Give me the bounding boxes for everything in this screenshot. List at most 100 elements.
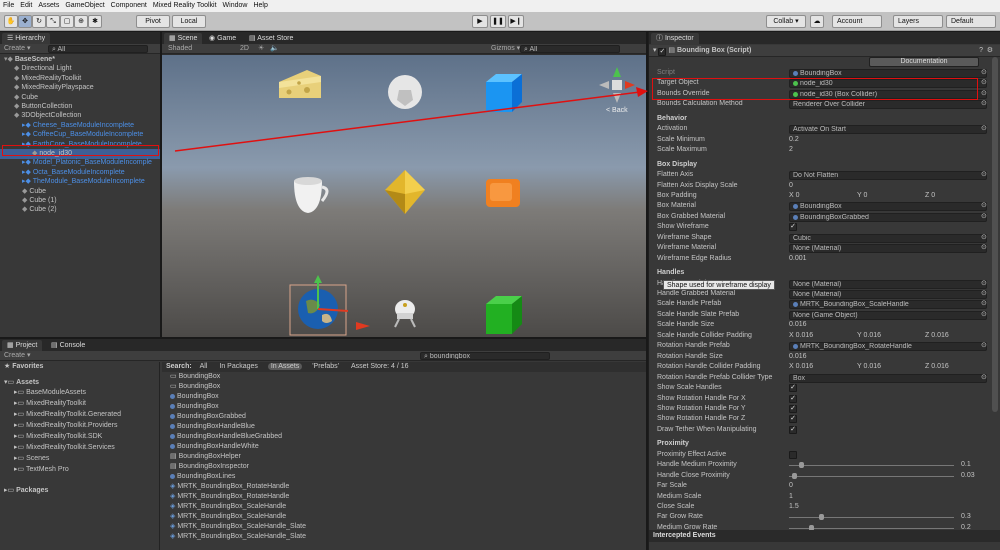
project-folder-item[interactable]: ▸▭ MixedRealityToolkit.SDK <box>0 432 160 442</box>
menu-assets[interactable]: Assets <box>35 0 62 12</box>
inspector-value-field[interactable]: node_id30 (Box Collider) <box>789 89 987 99</box>
filter-prefabs[interactable]: 'Prefabs' <box>312 363 339 370</box>
inspector-value[interactable]: 0 <box>789 181 793 191</box>
inspector-value-field[interactable]: MRTK_BoundingBox_ScaleHandle <box>789 300 987 310</box>
object-picker-icon[interactable]: ⊙ <box>981 243 987 253</box>
inspector-value-field[interactable]: Do Not Flatten <box>789 171 987 181</box>
scene-orientation-gizmo[interactable] <box>597 65 637 105</box>
project-folder-item[interactable]: ▸▭ TextMesh Pro <box>0 465 160 475</box>
step-button[interactable]: ▶❙ <box>508 15 524 28</box>
module-object[interactable] <box>390 295 420 329</box>
inspector-value[interactable]: 0 <box>789 481 793 491</box>
inspector-value-field[interactable]: BoundingBoxGrabbed <box>789 212 987 222</box>
object-picker-icon[interactable]: ⊙ <box>981 78 987 88</box>
asset-result-item[interactable]: ◈ MRTK_BoundingBox_RotateHandle <box>162 492 646 502</box>
object-picker-icon[interactable]: ⊙ <box>981 310 987 320</box>
asset-result-item[interactable]: ▭ BoundingBox <box>162 372 646 382</box>
inspector-value[interactable]: 0.016 <box>789 320 807 330</box>
object-picker-icon[interactable]: ⊙ <box>981 341 987 351</box>
gizmos-dropdown[interactable]: Gizmos ▾ <box>491 44 520 54</box>
project-folder-item[interactable]: ▸▭ BaseModuleAssets <box>0 388 160 398</box>
object-picker-icon[interactable]: ⊙ <box>981 299 987 309</box>
inspector-slider-track[interactable] <box>789 514 954 521</box>
octa-object[interactable] <box>383 168 427 216</box>
platonic-object[interactable] <box>386 72 424 112</box>
earth-object[interactable] <box>288 275 352 337</box>
hierarchy-item[interactable]: ◆ Cube (2) <box>0 205 160 215</box>
object-picker-icon[interactable]: ⊙ <box>981 124 987 134</box>
inspector-slider-track[interactable] <box>789 472 954 479</box>
object-picker-icon[interactable]: ⊙ <box>981 279 987 289</box>
inspector-slider-value[interactable]: 0.03 <box>961 471 975 481</box>
axis-z-value[interactable]: 0 <box>931 192 935 199</box>
rotate-tool-icon[interactable]: ↻ <box>32 15 46 28</box>
inspector-checkbox[interactable]: ✓ <box>789 394 797 403</box>
pause-button[interactable]: ❚❚ <box>490 15 506 28</box>
inspector-checkbox[interactable]: ✓ <box>789 384 797 393</box>
inspector-value[interactable]: 0.2 <box>789 135 799 145</box>
axis-z-value[interactable]: 0.016 <box>931 332 949 339</box>
project-folder-item[interactable]: ▸▭ MixedRealityToolkit.Services <box>0 443 160 453</box>
inspector-checkbox[interactable]: ✓ <box>789 223 797 232</box>
project-folder-item[interactable]: ▸▭ MixedRealityToolkit.Providers <box>0 421 160 431</box>
asset-result-item[interactable]: BoundingBox <box>162 392 646 402</box>
tab-game[interactable]: ◉ Game <box>204 33 242 44</box>
inspector-slider-handle[interactable] <box>798 462 804 469</box>
axis-x-value[interactable]: 0 <box>796 192 800 199</box>
object-picker-icon[interactable]: ⊙ <box>981 68 987 78</box>
foldout-icon[interactable]: ▾ <box>653 47 657 54</box>
inspector-value-field[interactable]: Renderer Over Collider <box>789 100 987 110</box>
hand-tool-icon[interactable]: ✋ <box>4 15 18 28</box>
settings-icon[interactable]: ⚙ <box>987 45 993 57</box>
inspector-checkbox[interactable]: ✓ <box>789 415 797 424</box>
inspector-value[interactable]: 0.016 <box>789 352 807 362</box>
custom-tool-icon[interactable]: ✱ <box>88 15 102 28</box>
asset-result-item[interactable]: ◈ MRTK_BoundingBox_ScaleHandle_Slate <box>162 522 646 532</box>
menu-help[interactable]: Help <box>250 0 270 12</box>
assets-node[interactable]: ▾▭ Assets <box>0 378 159 388</box>
inspector-value[interactable]: 2 <box>789 145 793 155</box>
inspector-value-field[interactable]: None (Material) <box>789 279 987 289</box>
object-picker-icon[interactable]: ⊙ <box>981 89 987 99</box>
packages-node[interactable]: ▸▭ Packages <box>0 486 159 496</box>
cheese-object[interactable] <box>277 68 323 102</box>
inspector-value-field[interactable]: MRTK_BoundingBox_RotateHandle <box>789 342 987 352</box>
inspector-value-field[interactable]: BoundingBox <box>789 202 987 212</box>
axis-y-value[interactable]: 0.016 <box>864 332 882 339</box>
filter-in-packages[interactable]: In Packages <box>219 363 258 370</box>
inspector-slider-handle[interactable] <box>818 514 824 521</box>
coffee-cup-object[interactable] <box>290 173 332 215</box>
asset-result-item[interactable]: ◈ MRTK_BoundingBox_RotateHandle <box>162 482 646 492</box>
project-folder-item[interactable]: ▸▭ MixedRealityToolkit <box>0 399 160 409</box>
cloud-icon[interactable]: ☁ <box>810 15 824 28</box>
inspector-value[interactable]: 0.001 <box>789 254 807 264</box>
tab-hierarchy[interactable]: ☰ Hierarchy <box>2 33 51 44</box>
inspector-value[interactable]: 1 <box>789 492 793 502</box>
menu-mrtk[interactable]: Mixed Reality Toolkit <box>150 0 220 12</box>
collab-button[interactable]: Collab ▾ <box>766 15 806 28</box>
inspector-slider-track[interactable] <box>789 524 954 531</box>
inspector-value-field[interactable]: None (Game Object) <box>789 310 987 320</box>
object-picker-icon[interactable]: ⊙ <box>981 233 987 243</box>
asset-result-item[interactable]: BoundingBoxGrabbed <box>162 412 646 422</box>
green-cube-object[interactable] <box>484 294 524 336</box>
lighting-toggle-icon[interactable]: ☀ <box>258 44 264 54</box>
inspector-checkbox[interactable] <box>789 450 797 459</box>
inspector-value-field[interactable]: Activate On Start <box>789 125 987 135</box>
asset-result-item[interactable]: ◈ MRTK_BoundingBox_ScaleHandle <box>162 512 646 522</box>
layout-dropdown[interactable]: Default <box>946 15 996 28</box>
hierarchy-search-input[interactable]: ⌕ All <box>48 45 148 53</box>
axis-x-value[interactable]: 0.016 <box>796 363 814 370</box>
inspector-value-field[interactable]: None (Material) <box>789 244 987 254</box>
tab-console[interactable]: ▤ Console <box>46 340 91 351</box>
orange-cube-object[interactable] <box>484 177 522 209</box>
project-folder-item[interactable]: ▸▭ Scenes <box>0 454 160 464</box>
hierarchy-create-button[interactable]: Create ▾ <box>4 45 30 52</box>
inspector-value-field[interactable]: BoundingBox <box>789 69 987 78</box>
inspector-value-field[interactable]: Cubic <box>789 233 987 243</box>
inspector-value-field[interactable]: None (Material) <box>789 290 987 299</box>
inspector-value-field[interactable]: node_id30 <box>789 79 987 89</box>
inspector-slider-value[interactable]: 0.3 <box>961 512 971 522</box>
inspector-value[interactable]: 1.5 <box>789 502 799 512</box>
mode-2d-toggle[interactable]: 2D <box>240 44 249 54</box>
